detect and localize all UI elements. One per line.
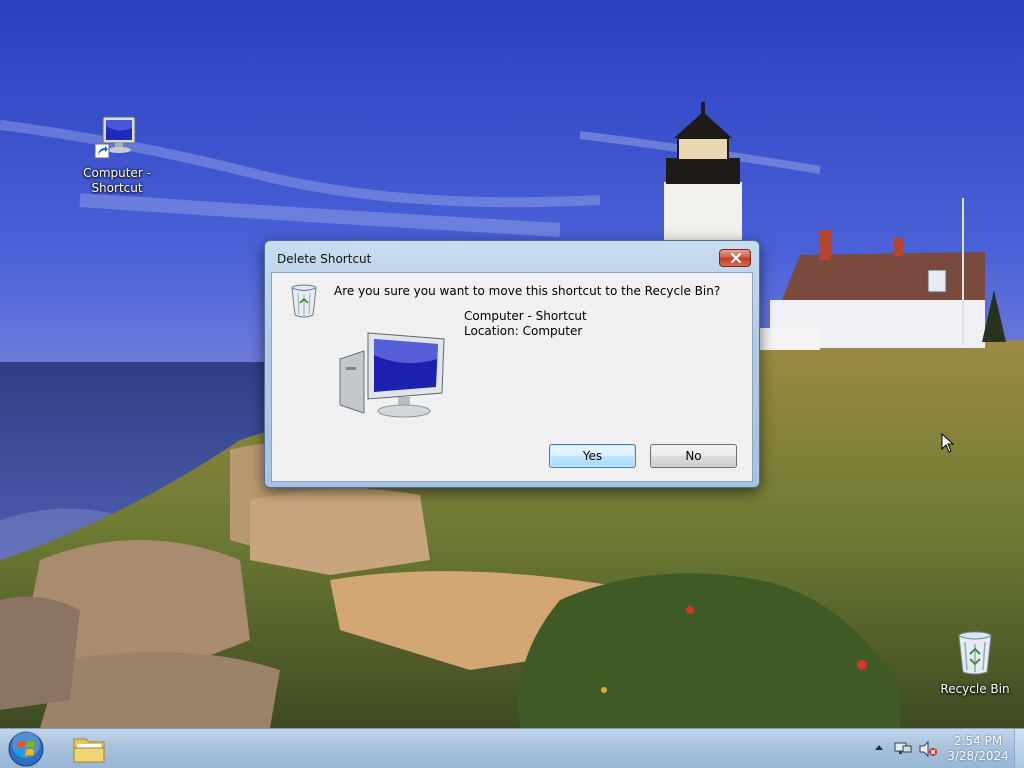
computer-icon	[339, 332, 445, 418]
network-icon[interactable]	[894, 741, 912, 757]
file-explorer-taskbar-button[interactable]	[66, 730, 112, 768]
recycle-bin-icon	[958, 631, 992, 675]
delete-shortcut-dialog[interactable]: Delete Shortcut Are you sure you want to…	[264, 240, 760, 488]
computer-shortcut-desktop-icon[interactable]: Computer - Shortcut	[74, 114, 160, 196]
computer-shortcut-icon	[94, 116, 136, 159]
shortcut-location: Location: Computer	[464, 324, 583, 338]
yes-button[interactable]: Yes	[549, 444, 636, 468]
confirmation-question: Are you sure you want to move this short…	[334, 284, 721, 298]
clock-date: 3/28/2024	[947, 749, 1009, 763]
desktop-icon-label: Shortcut	[91, 181, 143, 195]
recycle-bin-desktop-icon[interactable]: Recycle Bin	[932, 630, 1018, 697]
volume-muted-icon[interactable]	[918, 741, 938, 757]
start-button[interactable]	[6, 730, 46, 768]
desktop[interactable]: Computer - Shortcut Recycle Bin Delete S…	[0, 0, 1024, 728]
shortcut-name: Computer - Shortcut	[464, 309, 587, 323]
file-explorer-icon	[73, 738, 105, 763]
desktop-icon-label: Recycle Bin	[940, 682, 1010, 696]
show-hidden-icons-arrow[interactable]	[874, 743, 884, 751]
show-desktop-button[interactable]	[1014, 729, 1024, 768]
dialog-content: Are you sure you want to move this short…	[271, 272, 753, 482]
desktop-icon-label: Computer -	[83, 166, 151, 180]
system-tray: 2:54 PM 3/28/2024	[864, 729, 1024, 768]
mouse-cursor	[941, 433, 955, 453]
windows-logo-icon	[8, 730, 44, 767]
recycle-bin-icon	[291, 284, 317, 318]
dialog-title: Delete Shortcut	[277, 252, 372, 266]
clock-time: 2:54 PM	[953, 734, 1003, 748]
taskbar-clock[interactable]: 2:54 PM 3/28/2024	[944, 734, 1012, 764]
no-button[interactable]: No	[650, 444, 737, 468]
close-button[interactable]	[719, 249, 751, 267]
close-icon	[730, 253, 742, 263]
taskbar: 2:54 PM 3/28/2024	[0, 728, 1024, 768]
